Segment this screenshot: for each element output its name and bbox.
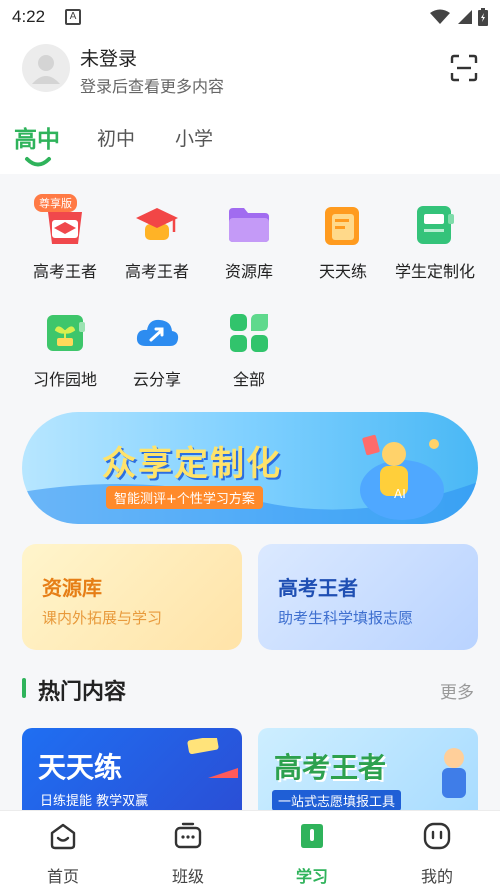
avatar[interactable] — [22, 44, 70, 92]
card-title: 高考王者 — [278, 576, 358, 600]
tool-label: 高考王者 — [32, 262, 97, 281]
hot-card-illustration — [442, 748, 466, 798]
section-title: 热门内容 — [38, 680, 127, 705]
nav-label: 首页 — [46, 867, 79, 886]
card-resource-library[interactable]: 资源库 课内外拓展与学习 — [22, 544, 242, 650]
notification-icon: A — [65, 9, 82, 25]
folder-icon — [226, 202, 272, 248]
nav-label: 我的 — [420, 867, 453, 886]
promo-banner[interactable]: AI 众享定制化 智能测评+个性学习方案 — [22, 412, 478, 524]
gaokao-premium-icon: 尊享版 — [34, 194, 88, 248]
hot-card-gaokao[interactable]: 高考王者 一站式志愿填报工具 — [258, 728, 478, 810]
tool-label: 高考王者 — [124, 262, 189, 281]
tool-custom[interactable]: 学生定制化 — [389, 202, 481, 282]
more-link[interactable]: 更多 — [440, 678, 474, 703]
tool-resource-library[interactable]: 资源库 — [203, 202, 295, 282]
status-icons — [430, 8, 488, 26]
nav-home[interactable]: 首页 — [23, 821, 103, 887]
nav-label: 学习 — [295, 867, 328, 886]
hot-card-daily-practice[interactable]: 天天练 日练提能 教学双赢 — [22, 728, 242, 810]
bottom-nav: 首页 班级 学习 我的 — [0, 810, 500, 888]
header: 未登录 登录后查看更多内容 高中 初中 小学 — [0, 34, 500, 174]
hot-card-title: 天天练 — [38, 751, 123, 784]
tab-primary-school[interactable]: 小学 — [175, 124, 213, 151]
tab-high-school[interactable]: 高中 — [14, 120, 60, 154]
cloud-share-icon — [134, 310, 180, 356]
custom-notebook-icon — [412, 202, 458, 248]
tool-label: 云分享 — [132, 370, 181, 389]
status-bar: 4:22 A — [0, 0, 500, 34]
login-hint[interactable]: 登录后查看更多内容 — [80, 73, 224, 97]
hot-card-illustration — [187, 738, 238, 778]
hot-card-subtitle: 日练提能 教学双赢 — [40, 794, 149, 809]
tool-gaokao[interactable]: 高考王者 — [111, 202, 203, 282]
signal-icon — [458, 10, 472, 24]
level-tabs: 高中 初中 小学 — [0, 120, 500, 170]
tool-daily-practice[interactable]: 天天练 — [297, 202, 389, 282]
scan-icon[interactable] — [450, 54, 478, 82]
card-subtitle: 助考生科学填报志愿 — [278, 609, 414, 627]
hot-card-subtitle: 一站式志愿填报工具 — [272, 790, 402, 810]
class-icon — [174, 822, 202, 849]
nav-class[interactable]: 班级 — [148, 821, 228, 887]
svg-text:AI: AI — [394, 487, 406, 501]
user-name[interactable]: 未登录 — [80, 44, 137, 71]
nav-study[interactable]: 学习 — [272, 821, 352, 887]
battery-icon — [478, 8, 488, 26]
section-accent-bar — [22, 678, 26, 698]
hot-card-title: 高考王者 — [274, 751, 387, 784]
grid-all-icon — [226, 310, 272, 356]
tool-label: 天天练 — [318, 262, 367, 281]
status-time: 4:22 — [12, 7, 46, 26]
main-content: 尊享版 高考王者 高考王者 资源库 天天练 学生定制化 习作园地 云分享 全部 … — [0, 174, 500, 810]
card-title: 资源库 — [42, 576, 102, 600]
tool-cloud-share[interactable]: 云分享 — [111, 310, 203, 390]
tool-all[interactable]: 全部 — [203, 310, 295, 390]
default-avatar-icon — [32, 55, 60, 84]
tool-label: 资源库 — [224, 262, 273, 281]
banner-title: 众享定制化 — [102, 444, 282, 484]
nav-profile[interactable]: 我的 — [397, 821, 477, 887]
nav-label: 班级 — [171, 867, 204, 886]
card-gaokao[interactable]: 高考王者 助考生科学填报志愿 — [258, 544, 478, 650]
tool-gaokao-premium[interactable]: 尊享版 高考王者 — [19, 194, 111, 282]
profile-icon — [423, 822, 451, 850]
card-subtitle: 课内外拓展与学习 — [42, 609, 163, 627]
tab-middle-school[interactable]: 初中 — [97, 124, 135, 151]
wifi-icon — [430, 9, 450, 24]
tool-label: 全部 — [232, 370, 265, 389]
tool-writing-garden[interactable]: 习作园地 — [19, 310, 111, 390]
tool-label: 学生定制化 — [394, 262, 475, 281]
study-icon — [301, 824, 323, 848]
graduation-cap-icon — [134, 202, 180, 248]
premium-badge: 尊享版 — [34, 194, 77, 212]
banner-subtitle: 智能测评+个性学习方案 — [106, 486, 263, 509]
tool-label: 习作园地 — [32, 370, 97, 389]
home-icon — [50, 823, 76, 850]
tab-indicator — [25, 157, 51, 167]
sprout-icon — [42, 310, 88, 356]
daily-practice-icon — [320, 202, 366, 248]
